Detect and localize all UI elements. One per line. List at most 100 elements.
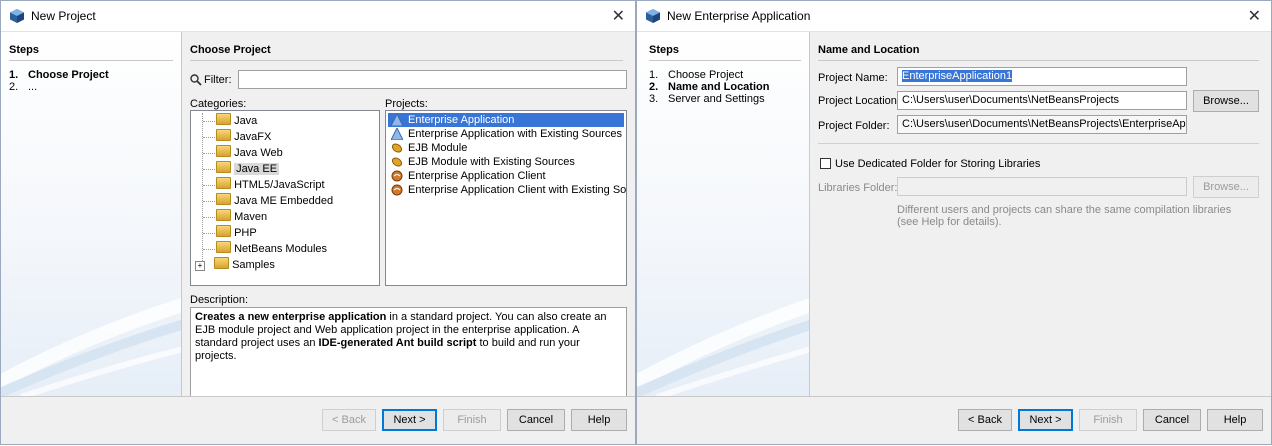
browse-location-button[interactable]: Browse... [1193, 90, 1259, 112]
panel-title-divider [190, 60, 623, 61]
cancel-button[interactable]: Cancel [1143, 409, 1201, 431]
project-folder-input: C:\Users\user\Documents\NetBeansProjects… [897, 115, 1187, 134]
description-label: Description: [190, 294, 249, 306]
triangle-icon [391, 114, 403, 126]
help-button[interactable]: Help [571, 409, 627, 431]
projects-label: Projects: [385, 98, 428, 110]
button-bar: < Back Next > Finish Cancel Help [1, 396, 635, 444]
tree-node-java-ee[interactable]: Java EE [203, 161, 280, 177]
tree-node-samples[interactable]: + Samples [195, 257, 275, 273]
step-item: 2. Name and Location [649, 81, 770, 93]
tree-node-java-me[interactable]: Java ME Embedded [203, 193, 333, 209]
step-item: 3. Server and Settings [649, 93, 765, 105]
window-title: New Project [31, 9, 96, 23]
close-icon[interactable]: ✕ [1248, 6, 1261, 26]
categories-label: Categories: [190, 98, 247, 110]
tree-node-php[interactable]: PHP [203, 225, 257, 241]
tree-node-maven[interactable]: Maven [203, 209, 267, 225]
libraries-folder-label: Libraries Folder: [818, 182, 898, 194]
project-location-input[interactable]: C:\Users\user\Documents\NetBeansProjects [897, 91, 1187, 110]
window-title: New Enterprise Application [667, 9, 811, 23]
netbeans-cube-icon [10, 9, 24, 23]
categories-tree[interactable]: Java JavaFX Java Web Java EE HTML5/JavaS… [190, 110, 380, 286]
libraries-folder-input[interactable] [897, 177, 1187, 196]
list-item[interactable]: Enterprise Application Client [388, 169, 624, 183]
folder-icon [216, 161, 231, 173]
next-button[interactable]: Next > [382, 409, 437, 431]
section-divider [818, 143, 1259, 144]
choose-project-panel: Choose Project Filter: Categories: Proje… [182, 32, 635, 397]
list-item[interactable]: Enterprise Application Client with Exist… [388, 183, 626, 197]
projects-list[interactable]: Enterprise Application Enterprise Applic… [385, 110, 627, 286]
button-bar: < Back Next > Finish Cancel Help [637, 396, 1271, 444]
new-enterprise-application-dialog: New Enterprise Application ✕ Steps 1. Cho… [636, 0, 1272, 445]
use-dedicated-folder-label[interactable]: Use Dedicated Folder for Storing Librari… [835, 158, 1040, 170]
steps-heading: Steps [649, 44, 679, 56]
wizard-swoosh-graphic [637, 298, 809, 397]
step-item: 2.... [9, 81, 38, 93]
bean-icon [391, 157, 403, 167]
step-item: 1. Choose Project [649, 69, 744, 81]
folder-icon [214, 257, 229, 269]
close-icon[interactable]: ✕ [612, 6, 625, 26]
project-name-label: Project Name: [818, 72, 888, 84]
libraries-hint: (see Help for details). [897, 216, 1002, 228]
list-item[interactable]: Enterprise Application [388, 113, 624, 127]
coffee-icon [391, 170, 403, 182]
next-button[interactable]: Next > [1018, 409, 1073, 431]
tree-node-netbeans-modules[interactable]: NetBeans Modules [203, 241, 327, 257]
tree-node-javafx[interactable]: JavaFX [203, 129, 271, 145]
steps-list: 1. Choose Project 2. Name and Location 3. S… [649, 69, 769, 105]
steps-divider [9, 60, 173, 61]
tree-node-java[interactable]: Java [203, 113, 257, 129]
folder-icon [216, 129, 231, 141]
filter-input[interactable] [238, 70, 627, 89]
bean-icon [391, 143, 403, 153]
search-icon [190, 74, 202, 86]
steps-panel: Steps 1. Choose Project 2.... [1, 32, 182, 397]
back-button[interactable]: < Back [322, 409, 376, 431]
project-folder-label: Project Folder: [818, 120, 890, 132]
cancel-button[interactable]: Cancel [507, 409, 565, 431]
coffee-icon [391, 184, 403, 196]
folder-icon [216, 145, 231, 157]
list-item[interactable]: EJB Module [388, 141, 624, 155]
steps-divider [649, 60, 801, 61]
steps-heading: Steps [9, 44, 39, 56]
name-and-location-panel: Name and Location Project Name: Enterpri… [810, 32, 1271, 397]
panel-title: Name and Location [818, 44, 920, 56]
finish-button[interactable]: Finish [1079, 409, 1137, 431]
use-dedicated-folder-checkbox[interactable] [820, 158, 831, 169]
title-bar[interactable]: New Project ✕ [1, 1, 635, 32]
folder-icon [216, 241, 231, 253]
folder-icon [216, 113, 231, 125]
step-item: 1. Choose Project [9, 69, 109, 81]
project-location-label: Project Location: [818, 95, 900, 107]
back-button[interactable]: < Back [958, 409, 1012, 431]
new-project-dialog: New Project ✕ Steps 1. Choose Project 2..… [0, 0, 636, 445]
title-bar[interactable]: New Enterprise Application ✕ [637, 1, 1271, 32]
folder-icon [216, 177, 231, 189]
steps-panel: Steps 1. Choose Project 2. Name and Locati… [637, 32, 810, 397]
wizard-swoosh-graphic [1, 297, 181, 397]
browse-libraries-button[interactable]: Browse... [1193, 176, 1259, 198]
list-item[interactable]: EJB Module with Existing Sources [388, 155, 624, 169]
panel-title: Choose Project [190, 44, 271, 56]
project-name-input[interactable]: EnterpriseApplication1 [897, 67, 1187, 86]
help-button[interactable]: Help [1207, 409, 1263, 431]
description-box: Creates a new enterprise application in … [190, 307, 627, 397]
folder-icon [216, 209, 231, 221]
libraries-hint: Different users and projects can share t… [897, 204, 1232, 216]
panel-title-divider [818, 60, 1259, 61]
folder-icon [216, 225, 231, 237]
folder-icon [216, 193, 231, 205]
tree-node-html5[interactable]: HTML5/JavaScript [203, 177, 325, 193]
expand-icon[interactable]: + [195, 261, 205, 271]
tree-node-java-web[interactable]: Java Web [203, 145, 283, 161]
filter-label: Filter: [204, 74, 232, 86]
finish-button[interactable]: Finish [443, 409, 501, 431]
steps-list: 1. Choose Project 2.... [9, 69, 109, 93]
list-item[interactable]: Enterprise Application with Existing Sou… [388, 127, 624, 141]
triangle-icon [391, 128, 403, 140]
netbeans-cube-icon [646, 9, 660, 23]
